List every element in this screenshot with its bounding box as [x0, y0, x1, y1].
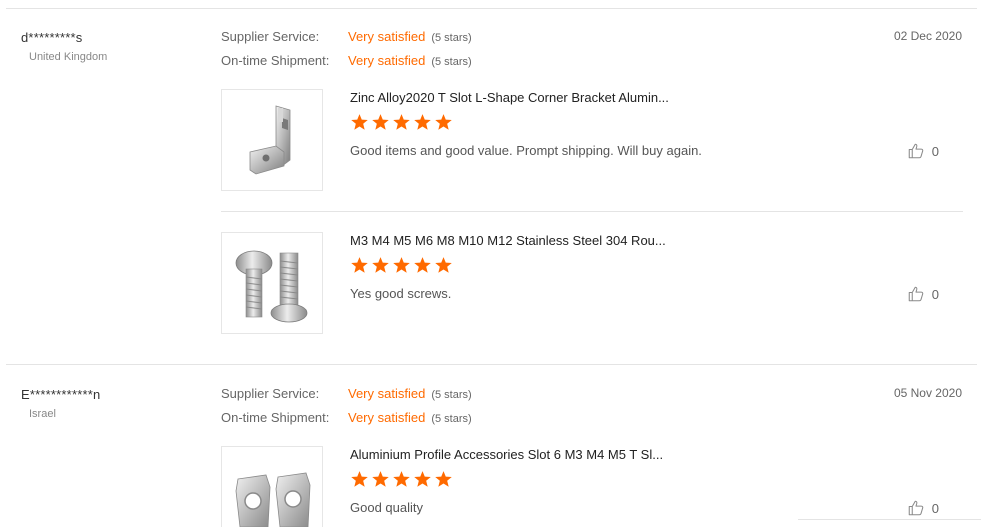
like-button[interactable]: 0 — [907, 142, 939, 160]
star-icon — [351, 114, 368, 130]
star-icon — [393, 257, 410, 273]
product-review: M3 M4 M5 M6 M8 M10 M12 Stainless Steel 3… — [221, 232, 963, 334]
star-icon — [435, 257, 452, 273]
corner-bracket-image — [249, 105, 291, 175]
review-comment: Yes good screws. — [350, 286, 452, 301]
star-rating — [350, 470, 453, 488]
like-count: 0 — [931, 143, 939, 159]
review-date: 02 Dec 2020 — [893, 29, 962, 43]
shipment-value: Very satisfied — [348, 410, 426, 425]
shipment-label: On-time Shipment: — [221, 53, 330, 68]
star-icon — [435, 114, 452, 130]
supplier-service-note: (5 stars) — [431, 389, 472, 401]
review-card: d*********s United Kingdom 02 Dec 2020 S… — [0, 9, 981, 365]
star-icon — [351, 471, 368, 487]
review-date: 05 Nov 2020 — [893, 386, 962, 400]
star-icon — [393, 471, 410, 487]
star-icon — [414, 257, 431, 273]
supplier-service-value: Very satisfied — [348, 386, 426, 401]
shipment-note: (5 stars) — [431, 413, 472, 425]
shipment-rating: On-time Shipment: Very satisfied (5 stars) — [221, 53, 472, 68]
star-icon — [435, 471, 452, 487]
product-title[interactable]: Zinc Alloy2020 T Slot L-Shape Corner Bra… — [350, 90, 669, 105]
like-count: 0 — [931, 286, 939, 302]
supplier-service-note: (5 stars) — [431, 32, 472, 44]
product-title[interactable]: M3 M4 M5 M6 M8 M10 M12 Stainless Steel 3… — [350, 233, 666, 248]
supplier-service-rating: Supplier Service: Very satisfied (5 stars) — [221, 386, 472, 401]
review-card: E************n Israel 05 Nov 2020 Suppli… — [0, 366, 981, 527]
like-button[interactable]: 0 — [907, 285, 939, 303]
star-icon — [372, 114, 389, 130]
product-review: Aluminium Profile Accessories Slot 6 M3 … — [221, 446, 963, 527]
product-title[interactable]: Aluminium Profile Accessories Slot 6 M3 … — [350, 447, 663, 462]
shipment-note: (5 stars) — [431, 56, 472, 68]
supplier-service-label: Supplier Service: — [221, 29, 320, 44]
product-divider — [221, 211, 963, 212]
product-thumbnail[interactable] — [221, 446, 323, 527]
buyer-country: Israel — [29, 408, 56, 420]
shipment-value: Very satisfied — [348, 53, 426, 68]
supplier-service-rating: Supplier Service: Very satisfied (5 stars) — [221, 29, 472, 44]
star-icon — [372, 257, 389, 273]
bottom-divider — [798, 519, 981, 520]
thumbs-up-icon — [908, 500, 924, 516]
t-nut-image — [235, 472, 311, 527]
buyer-country: United Kingdom — [29, 51, 108, 63]
star-icon — [351, 257, 368, 273]
review-comment: Good quality — [350, 500, 423, 515]
star-icon — [372, 471, 389, 487]
shipment-label: On-time Shipment: — [221, 410, 330, 425]
product-review: Zinc Alloy2020 T Slot L-Shape Corner Bra… — [221, 89, 963, 191]
star-icon — [414, 471, 431, 487]
star-rating — [350, 113, 453, 131]
star-rating — [350, 256, 453, 274]
like-count: 0 — [931, 500, 939, 516]
shipment-rating: On-time Shipment: Very satisfied (5 stars) — [221, 410, 472, 425]
product-thumbnail[interactable] — [221, 232, 323, 334]
star-icon — [393, 114, 410, 130]
thumbs-up-icon — [908, 286, 924, 302]
buyer-name: E************n — [21, 387, 101, 402]
supplier-service-value: Very satisfied — [348, 29, 426, 44]
screws-image — [235, 250, 308, 323]
buyer-name: d*********s — [21, 30, 83, 45]
review-divider — [6, 364, 977, 365]
product-thumbnail[interactable] — [221, 89, 323, 191]
like-button[interactable]: 0 — [907, 499, 939, 517]
supplier-service-label: Supplier Service: — [221, 386, 320, 401]
star-icon — [414, 114, 431, 130]
thumbs-up-icon — [908, 143, 924, 159]
review-comment: Good items and good value. Prompt shippi… — [350, 143, 702, 158]
